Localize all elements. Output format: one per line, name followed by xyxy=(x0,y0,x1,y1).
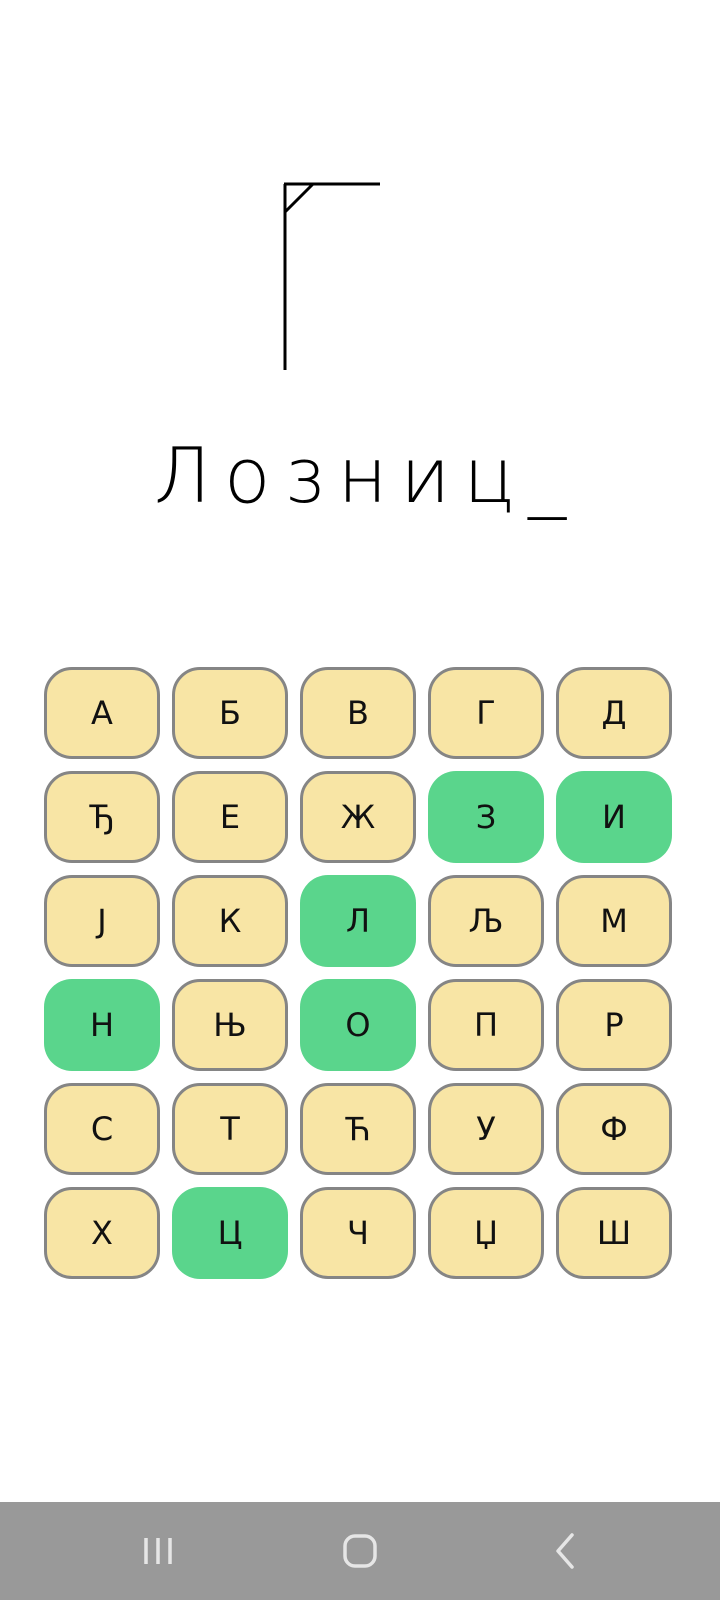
letter-key[interactable]: Т xyxy=(172,1083,288,1175)
home-button[interactable] xyxy=(330,1526,390,1576)
letter-key[interactable]: Ђ xyxy=(44,771,160,863)
recent-apps-icon xyxy=(144,1538,172,1564)
letter-keyboard: АБВГД ЂЕЖЗИ ЈКЛЉМ НЊОПР СТЋУФ ХЦЧЏШ xyxy=(44,667,676,1279)
letter-key[interactable]: Љ xyxy=(428,875,544,967)
letter-key[interactable]: И xyxy=(556,771,672,863)
letter-key[interactable]: Л xyxy=(300,875,416,967)
letter-key[interactable]: Ф xyxy=(556,1083,672,1175)
letter-key[interactable]: Ч xyxy=(300,1187,416,1279)
letter-key[interactable]: Н xyxy=(44,979,160,1071)
letter-key[interactable]: Р xyxy=(556,979,672,1071)
letter-key[interactable]: Ћ xyxy=(300,1083,416,1175)
letter-key[interactable]: Х xyxy=(44,1187,160,1279)
letter-key[interactable]: Џ xyxy=(428,1187,544,1279)
gallows-brace xyxy=(283,182,315,214)
letter-key[interactable]: П xyxy=(428,979,544,1071)
letter-key[interactable]: Ш xyxy=(556,1187,672,1279)
back-button[interactable] xyxy=(536,1526,596,1576)
letter-key[interactable]: М xyxy=(556,875,672,967)
letter-key[interactable]: Е xyxy=(172,771,288,863)
letter-key[interactable]: В xyxy=(300,667,416,759)
letter-key[interactable]: Ј xyxy=(44,875,160,967)
back-icon xyxy=(556,1533,574,1569)
letter-key[interactable]: Г xyxy=(428,667,544,759)
letter-key[interactable]: Д xyxy=(556,667,672,759)
letter-key[interactable]: А xyxy=(44,667,160,759)
letter-key[interactable]: Б xyxy=(172,667,288,759)
letter-key[interactable]: Ц xyxy=(172,1187,288,1279)
system-navigation-bar xyxy=(0,1502,720,1600)
letter-key[interactable]: К xyxy=(172,875,288,967)
home-icon xyxy=(343,1534,377,1568)
recent-apps-button[interactable] xyxy=(128,1526,188,1576)
letter-key[interactable]: У xyxy=(428,1083,544,1175)
gallows-drawing xyxy=(283,182,380,370)
letter-key[interactable]: Њ xyxy=(172,979,288,1071)
hangman-screen: Лозниц_ АБВГД ЂЕЖЗИ ЈКЛЉМ НЊОПР СТЋУФ ХЦЧЏШ xyxy=(0,0,720,1600)
letter-key[interactable]: Ж xyxy=(300,771,416,863)
letter-key[interactable]: С xyxy=(44,1083,160,1175)
letter-key[interactable]: З xyxy=(428,771,544,863)
letter-key[interactable]: О xyxy=(300,979,416,1071)
hidden-word: Лозниц_ xyxy=(153,431,580,520)
